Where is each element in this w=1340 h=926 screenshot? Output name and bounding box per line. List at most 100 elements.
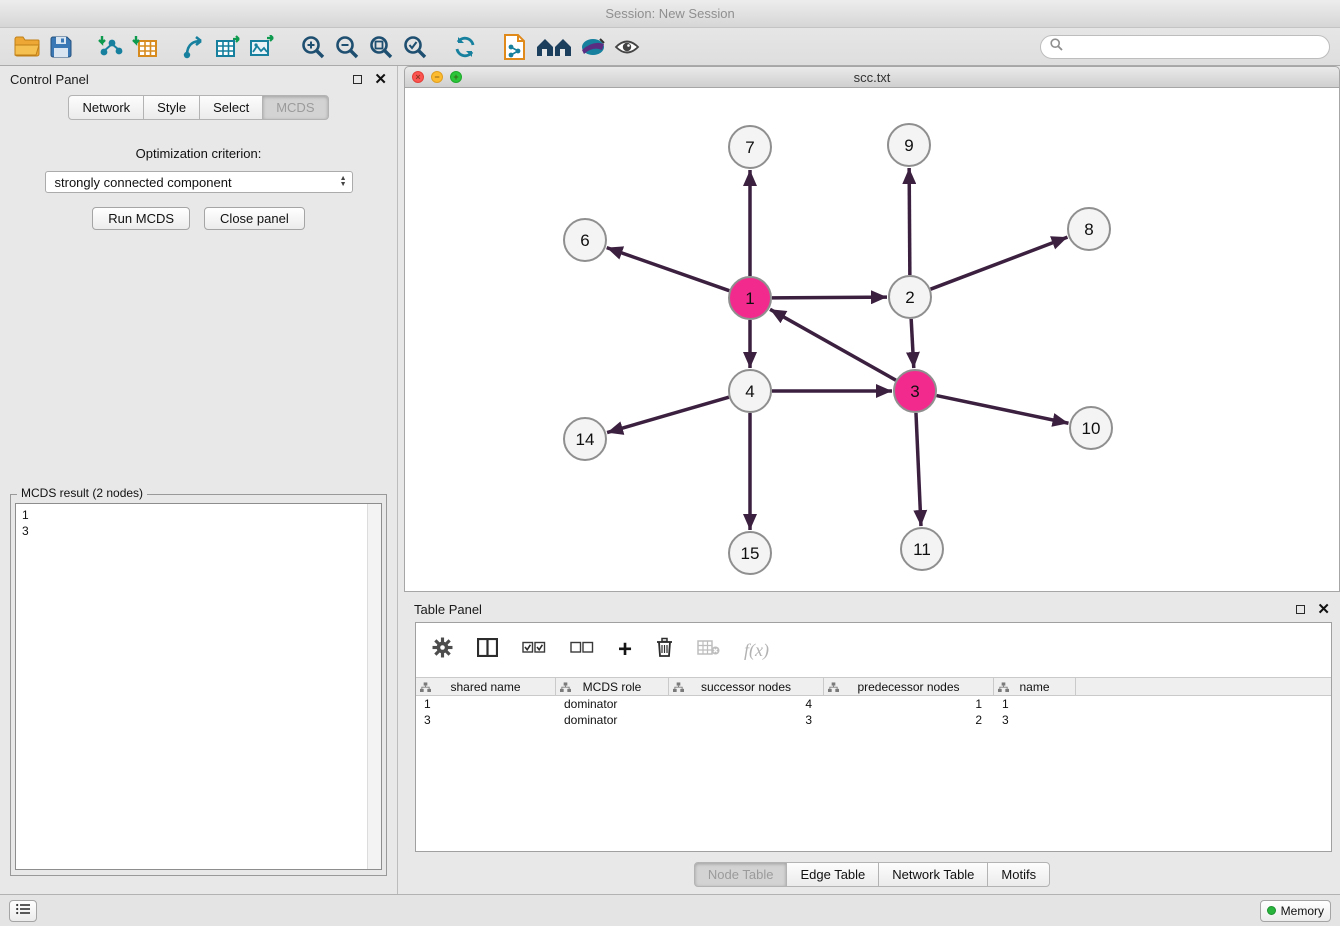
mcds-result-title: MCDS result (2 nodes) bbox=[17, 486, 147, 500]
column-header-label: MCDS role bbox=[583, 680, 642, 694]
network-document-icon[interactable] bbox=[498, 31, 532, 63]
graph-node-label-3: 3 bbox=[910, 382, 919, 401]
column-header-shared-name[interactable]: shared name bbox=[416, 678, 556, 695]
table-cell-predecessor-nodes[interactable]: 1 bbox=[824, 697, 994, 711]
graph-node-label-9: 9 bbox=[904, 136, 913, 155]
tab-style[interactable]: Style bbox=[143, 95, 200, 120]
table-cell-name[interactable]: 1 bbox=[994, 697, 1076, 711]
network-canvas[interactable]: 7968124314101511 bbox=[404, 88, 1340, 592]
column-header-label: name bbox=[1019, 680, 1049, 694]
import-table-icon[interactable] bbox=[128, 31, 162, 63]
tab-select[interactable]: Select bbox=[199, 95, 263, 120]
result-scrollbar[interactable] bbox=[367, 504, 381, 869]
table-cell-name[interactable]: 3 bbox=[994, 713, 1076, 727]
style-brush-icon[interactable] bbox=[576, 31, 610, 63]
criterion-dropdown-value: strongly connected component bbox=[55, 175, 232, 190]
memory-button-label: Memory bbox=[1281, 904, 1324, 918]
table-row[interactable]: 1dominator411 bbox=[416, 696, 1331, 712]
table-cell-predecessor-nodes[interactable]: 2 bbox=[824, 713, 994, 727]
network-graph[interactable]: 7968124314101511 bbox=[405, 88, 1339, 591]
close-panel-icon[interactable]: ✕ bbox=[374, 72, 387, 87]
graph-edge-1-6[interactable] bbox=[607, 248, 730, 291]
delete-column-icon[interactable] bbox=[656, 637, 673, 663]
network-window: scc.txt × − + 7968124314101511 bbox=[404, 66, 1340, 592]
zoom-out-icon[interactable] bbox=[330, 31, 364, 63]
column-header-successor-nodes[interactable]: successor nodes bbox=[669, 678, 824, 695]
task-history-button[interactable] bbox=[9, 900, 37, 922]
mcds-result-box[interactable]: 13 bbox=[15, 503, 382, 870]
graph-edge-1-2[interactable] bbox=[772, 297, 887, 298]
open-folder-icon[interactable] bbox=[10, 31, 44, 63]
table-settings-gear-icon[interactable] bbox=[432, 637, 453, 663]
table-tabs: Node TableEdge TableNetwork TableMotifs bbox=[404, 862, 1340, 887]
float-table-panel-icon[interactable] bbox=[1296, 605, 1305, 614]
show-hide-icon[interactable] bbox=[610, 31, 644, 63]
table-panel-body: + f(x) shared nameMCDS rolesuccessor nod… bbox=[415, 622, 1332, 852]
zoom-selected-icon[interactable] bbox=[398, 31, 432, 63]
control-panel-header: Control Panel ✕ bbox=[0, 66, 397, 92]
tab-network[interactable]: Network bbox=[68, 95, 144, 120]
column-header-label: predecessor nodes bbox=[857, 680, 959, 694]
search-box[interactable] bbox=[1040, 35, 1330, 59]
control-panel-title: Control Panel bbox=[10, 72, 89, 87]
float-panel-icon[interactable] bbox=[353, 75, 362, 84]
graph-node-label-8: 8 bbox=[1084, 220, 1093, 239]
close-panel-button[interactable]: Close panel bbox=[204, 207, 305, 230]
table-cell-shared-name[interactable]: 1 bbox=[416, 697, 556, 711]
graph-edge-3-11[interactable] bbox=[916, 413, 921, 526]
export-image-icon[interactable] bbox=[246, 31, 280, 63]
network-share-icon[interactable] bbox=[178, 31, 212, 63]
window-title: Session: New Session bbox=[605, 6, 734, 21]
graph-edge-2-8[interactable] bbox=[931, 237, 1068, 289]
table-row[interactable]: 3dominator323 bbox=[416, 712, 1331, 728]
graph-edge-2-3[interactable] bbox=[911, 319, 914, 368]
graph-edge-3-1[interactable] bbox=[770, 309, 896, 380]
graph-node-label-10: 10 bbox=[1082, 419, 1101, 438]
tab-mcds[interactable]: MCDS bbox=[262, 95, 328, 120]
table-cell-successor-nodes[interactable]: 4 bbox=[669, 697, 824, 711]
run-mcds-button[interactable]: Run MCDS bbox=[92, 207, 190, 230]
column-header-name[interactable]: name bbox=[994, 678, 1076, 695]
tab-edge-table[interactable]: Edge Table bbox=[786, 862, 879, 887]
table-panel: Table Panel ✕ + bbox=[404, 596, 1340, 894]
graph-edge-2-9[interactable] bbox=[909, 168, 910, 275]
graph-edge-4-14[interactable] bbox=[607, 397, 729, 432]
zoom-in-icon[interactable] bbox=[296, 31, 330, 63]
table-panel-title: Table Panel bbox=[414, 602, 482, 617]
control-panel-tabs: NetworkStyleSelectMCDS bbox=[0, 95, 397, 120]
control-panel: Control Panel ✕ NetworkStyleSelectMCDS O… bbox=[0, 66, 398, 894]
close-table-panel-icon[interactable]: ✕ bbox=[1317, 602, 1330, 617]
column-header-label: shared name bbox=[450, 680, 520, 694]
table-cell-mcds-role[interactable]: dominator bbox=[556, 697, 669, 711]
criterion-dropdown[interactable]: strongly connected component ▲▼ bbox=[45, 171, 353, 193]
delete-table-icon bbox=[697, 640, 720, 660]
mcds-result-fieldset: MCDS result (2 nodes) 13 bbox=[10, 494, 387, 876]
refresh-layout-icon[interactable] bbox=[448, 31, 482, 63]
graph-edge-3-10[interactable] bbox=[937, 396, 1069, 424]
import-network-icon[interactable] bbox=[94, 31, 128, 63]
tab-node-table[interactable]: Node Table bbox=[694, 862, 788, 887]
table-column-headers: shared name MCDS role successor nodes prede… bbox=[416, 677, 1331, 696]
table-cell-successor-nodes[interactable]: 3 bbox=[669, 713, 824, 727]
column-header-mcds-role[interactable]: MCDS role bbox=[556, 678, 669, 695]
tab-motifs[interactable]: Motifs bbox=[987, 862, 1050, 887]
column-header-predecessor-nodes[interactable]: predecessor nodes bbox=[824, 678, 994, 695]
network-window-titlebar: scc.txt × − + bbox=[404, 66, 1340, 88]
mcds-result-value: 3 bbox=[22, 523, 375, 539]
table-cell-mcds-role[interactable]: dominator bbox=[556, 713, 669, 727]
table-panel-header: Table Panel ✕ bbox=[404, 596, 1340, 622]
first-neighbors-icon[interactable] bbox=[532, 31, 576, 63]
deselect-all-icon[interactable] bbox=[570, 640, 594, 660]
show-columns-icon[interactable] bbox=[477, 638, 498, 662]
tab-network-table[interactable]: Network Table bbox=[878, 862, 988, 887]
table-cell-shared-name[interactable]: 3 bbox=[416, 713, 556, 727]
status-bar: Memory bbox=[0, 894, 1340, 926]
export-table-icon[interactable] bbox=[212, 31, 246, 63]
select-all-icon[interactable] bbox=[522, 640, 546, 660]
network-window-title: scc.txt bbox=[405, 70, 1339, 85]
search-input[interactable] bbox=[1069, 39, 1320, 54]
save-icon[interactable] bbox=[44, 31, 78, 63]
memory-button[interactable]: Memory bbox=[1260, 900, 1331, 922]
zoom-fit-icon[interactable] bbox=[364, 31, 398, 63]
add-column-icon[interactable]: + bbox=[618, 638, 632, 662]
